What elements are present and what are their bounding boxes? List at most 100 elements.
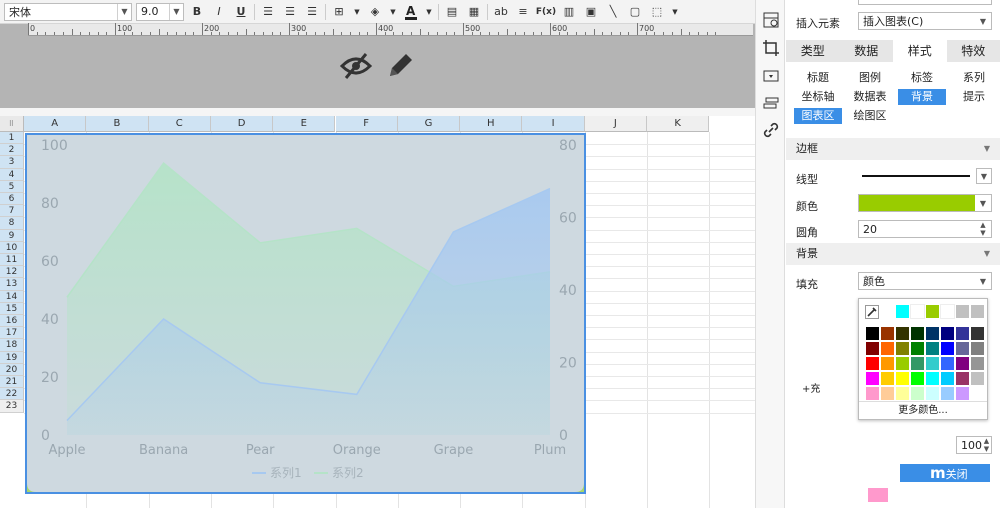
row-header[interactable]: 1 bbox=[0, 132, 24, 145]
row-header[interactable]: 2 bbox=[0, 144, 24, 157]
palette-color-swatch[interactable] bbox=[911, 342, 924, 355]
opacity-stepper[interactable]: 100 ▲ ▼ bbox=[956, 436, 992, 454]
palette-color-swatch[interactable] bbox=[896, 327, 909, 340]
style-subtab[interactable]: 坐标轴 bbox=[794, 89, 842, 105]
column-header[interactable]: K bbox=[647, 116, 710, 132]
text-button[interactable]: ab bbox=[492, 3, 510, 21]
main-tab[interactable]: 数据 bbox=[840, 40, 894, 62]
bold-button[interactable]: B bbox=[188, 3, 206, 21]
frame-dropdown[interactable]: ▼ bbox=[670, 3, 680, 21]
row-header[interactable]: 6 bbox=[0, 193, 24, 206]
palette-color-swatch[interactable] bbox=[941, 342, 954, 355]
column-header[interactable]: A bbox=[24, 116, 87, 132]
palette-color-swatch[interactable] bbox=[866, 372, 879, 385]
border-button[interactable]: ⊞ bbox=[330, 3, 348, 21]
style-subtab[interactable]: 标题 bbox=[794, 70, 842, 86]
row-header[interactable]: 16 bbox=[0, 315, 24, 328]
palette-color-swatch[interactable] bbox=[971, 372, 984, 385]
column-header[interactable]: G bbox=[397, 116, 461, 132]
font-color-button[interactable]: A bbox=[402, 3, 420, 21]
palette-color-swatch[interactable] bbox=[896, 357, 909, 370]
recent-color-swatch[interactable] bbox=[910, 304, 925, 319]
palette-color-swatch[interactable] bbox=[971, 387, 984, 400]
style-subtab[interactable]: 系列 bbox=[950, 70, 998, 86]
select-all-corner[interactable]: ⠿ bbox=[0, 116, 24, 132]
font-family-select[interactable]: 宋体 ▼ bbox=[4, 2, 132, 21]
style-subtab[interactable]: 标签 bbox=[898, 70, 946, 86]
area-chart[interactable]: 0 20 40 60 80 100 0 20 40 60 80 Apple Banana Pear Oran… bbox=[27, 135, 584, 492]
background-section-header[interactable]: 背景 ▼ bbox=[786, 243, 1000, 265]
image-button[interactable]: ▣ bbox=[582, 3, 600, 21]
palette-color-swatch[interactable] bbox=[926, 357, 939, 370]
column-header[interactable]: C bbox=[148, 116, 211, 132]
palette-color-swatch[interactable] bbox=[881, 357, 894, 370]
palette-color-swatch[interactable] bbox=[911, 372, 924, 385]
pencil-icon[interactable] bbox=[386, 50, 414, 80]
more-colors-button[interactable]: 更多颜色... bbox=[859, 401, 987, 419]
palette-color-swatch[interactable] bbox=[956, 357, 969, 370]
wrap-text-button[interactable]: ≡ bbox=[514, 3, 532, 21]
column-header[interactable]: E bbox=[273, 116, 336, 132]
palette-color-swatch[interactable] bbox=[971, 357, 984, 370]
palette-color-swatch[interactable] bbox=[896, 387, 909, 400]
row-header[interactable]: 3 bbox=[0, 156, 24, 169]
radius-stepper[interactable]: 20 ▲ ▼ bbox=[858, 220, 992, 238]
fill-color-button[interactable]: ◈ bbox=[366, 3, 384, 21]
border-color-select[interactable]: ▼ bbox=[858, 194, 992, 212]
row-header[interactable]: 12 bbox=[0, 266, 24, 279]
insert-element-select[interactable]: 插入图表(C) ▼ bbox=[858, 12, 992, 30]
style-subtab[interactable]: 绘图区 bbox=[846, 108, 894, 124]
stepper-arrows-icon[interactable]: ▲ ▼ bbox=[975, 221, 991, 237]
palette-color-swatch[interactable] bbox=[941, 357, 954, 370]
align-center-button[interactable]: ☰ bbox=[281, 3, 299, 21]
cell-properties-icon[interactable] bbox=[763, 12, 779, 28]
row-header[interactable]: 4 bbox=[0, 168, 24, 181]
column-header[interactable]: D bbox=[210, 116, 274, 132]
palette-color-swatch[interactable] bbox=[911, 327, 924, 340]
table-button[interactable]: ▦ bbox=[465, 3, 483, 21]
palette-color-swatch[interactable] bbox=[926, 387, 939, 400]
column-header[interactable]: F bbox=[335, 116, 398, 132]
align-right-button[interactable]: ☰ bbox=[303, 3, 321, 21]
palette-color-swatch[interactable] bbox=[881, 342, 894, 355]
palette-color-swatch[interactable] bbox=[941, 327, 954, 340]
italic-button[interactable]: I bbox=[210, 3, 228, 21]
font-color-dropdown[interactable]: ▼ bbox=[424, 3, 434, 21]
chart-button[interactable]: ▥ bbox=[560, 3, 578, 21]
row-header[interactable]: 8 bbox=[0, 217, 24, 230]
palette-color-swatch[interactable] bbox=[881, 327, 894, 340]
palette-color-swatch[interactable] bbox=[956, 327, 969, 340]
row-header[interactable]: 18 bbox=[0, 339, 24, 352]
column-header[interactable]: J bbox=[584, 116, 647, 132]
shape-button[interactable]: ▢ bbox=[626, 3, 644, 21]
row-header[interactable]: 13 bbox=[0, 278, 24, 291]
palette-color-swatch[interactable] bbox=[911, 387, 924, 400]
row-header[interactable]: 10 bbox=[0, 241, 24, 254]
palette-color-swatch[interactable] bbox=[941, 372, 954, 385]
palette-color-swatch[interactable] bbox=[926, 342, 939, 355]
eye-slash-icon[interactable] bbox=[340, 52, 372, 80]
row-header[interactable]: 23 bbox=[0, 400, 24, 413]
border-dropdown[interactable]: ▼ bbox=[352, 3, 362, 21]
row-header[interactable]: 20 bbox=[0, 363, 24, 376]
fill-select[interactable]: 颜色 ▼ bbox=[858, 272, 992, 290]
recent-color-swatch[interactable] bbox=[940, 304, 955, 319]
frame-button[interactable]: ⬚ bbox=[648, 3, 666, 21]
palette-color-swatch[interactable] bbox=[956, 372, 969, 385]
column-header[interactable]: I bbox=[522, 116, 585, 132]
row-header[interactable]: 7 bbox=[0, 205, 24, 218]
palette-color-swatch[interactable] bbox=[896, 342, 909, 355]
row-header[interactable]: 5 bbox=[0, 180, 24, 193]
style-subtab[interactable]: 图例 bbox=[846, 70, 894, 86]
align-left-button[interactable]: ☰ bbox=[259, 3, 277, 21]
stepper-arrows-icon[interactable]: ▲ ▼ bbox=[982, 437, 991, 453]
row-header[interactable]: 17 bbox=[0, 327, 24, 340]
palette-color-swatch[interactable] bbox=[866, 342, 879, 355]
style-subtab[interactable]: 提示 bbox=[950, 89, 998, 105]
palette-color-swatch[interactable] bbox=[911, 357, 924, 370]
row-header[interactable]: 9 bbox=[0, 229, 24, 242]
layers-icon[interactable] bbox=[763, 96, 779, 112]
palette-color-swatch[interactable] bbox=[971, 327, 984, 340]
row-header[interactable]: 19 bbox=[0, 351, 24, 364]
palette-color-swatch[interactable] bbox=[956, 387, 969, 400]
